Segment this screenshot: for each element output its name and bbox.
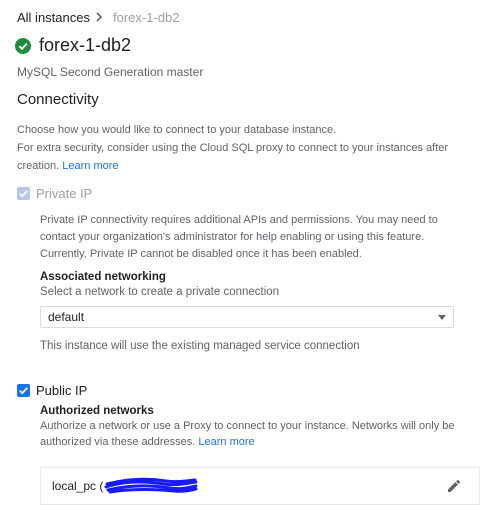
private-ip-label: Private IP	[36, 186, 93, 201]
learn-more-link[interactable]: Learn more	[62, 160, 118, 172]
checkmark-icon	[19, 190, 28, 198]
authorized-network-item[interactable]: local_pc (	[40, 467, 480, 505]
public-ip-checkbox[interactable]	[17, 384, 30, 397]
chevron-right-icon	[96, 12, 103, 22]
check-circle-icon	[15, 38, 31, 54]
private-ip-description: Private IP connectivity requires additio…	[40, 214, 438, 260]
section-title-connectivity: Connectivity	[17, 91, 99, 108]
associated-networking-label: Associated networking	[40, 271, 166, 283]
instance-type: MySQL Second Generation master	[17, 65, 204, 79]
connectivity-proxy-note: For extra security, consider using the C…	[17, 139, 457, 175]
authorized-learn-more-link[interactable]: Learn more	[198, 436, 254, 448]
breadcrumb-all-instances[interactable]: All instances	[17, 10, 90, 25]
managed-connection-note: This instance will use the existing mana…	[40, 340, 360, 352]
pencil-icon[interactable]	[446, 478, 462, 494]
associated-networking-help: Select a network to create a private con…	[40, 286, 280, 298]
connectivity-description: Choose how you would like to connect to …	[17, 124, 337, 136]
private-ip-checkbox[interactable]	[17, 187, 30, 200]
authorized-networks-help: Authorize a network or use a Proxy to co…	[40, 418, 470, 450]
network-select[interactable]: default	[40, 306, 454, 328]
network-item-name: local_pc (	[52, 479, 104, 493]
dropdown-arrow-icon	[438, 315, 446, 320]
redaction-scribble	[104, 477, 198, 494]
authorized-networks-label: Authorized networks	[40, 405, 154, 417]
breadcrumb-current: forex-1-db2	[113, 10, 180, 25]
public-ip-label: Public IP	[36, 383, 88, 398]
page-title: forex-1-db2	[39, 35, 132, 55]
network-select-value: default	[48, 310, 85, 324]
checkmark-icon	[19, 387, 28, 395]
